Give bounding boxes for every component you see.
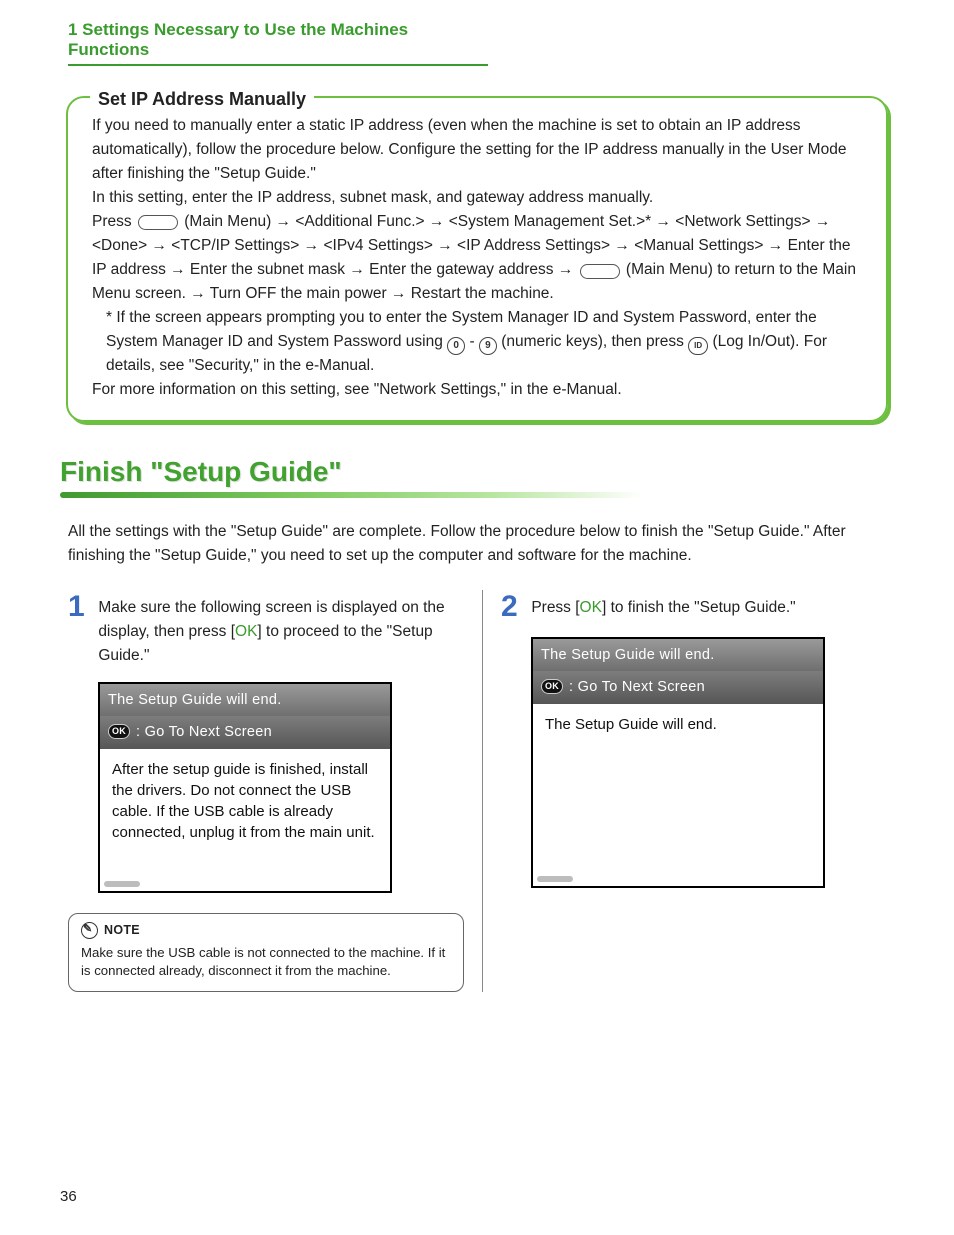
step-2-number: 2 xyxy=(501,590,527,623)
note-head: NOTE xyxy=(81,922,451,940)
ok-label: OK xyxy=(235,623,257,640)
lcd-screen-1: The Setup Guide will end. OK : Go To Nex… xyxy=(98,682,392,893)
section-title: Finish "Setup Guide" xyxy=(60,456,894,488)
page-number: 36 xyxy=(60,1188,77,1205)
callout-procedure: Press (Main Menu) → <Additional Func.> →… xyxy=(92,210,862,306)
main-menu-button-icon xyxy=(138,215,178,230)
numeric-key-9-icon: 9 xyxy=(479,337,497,355)
numeric-key-0-icon: 0 xyxy=(447,337,465,355)
id-key-icon: ID xyxy=(688,337,708,355)
note-label: NOTE xyxy=(104,922,140,940)
callout-footnote: * If the screen appears prompting you to… xyxy=(92,306,862,378)
ok-badge-icon: OK xyxy=(541,679,563,694)
step-2-pre: Press [ xyxy=(531,599,579,616)
ok-label: OK xyxy=(580,599,602,616)
lcd-body-text: The Setup Guide will end. xyxy=(545,716,717,733)
lcd-subbar: OK : Go To Next Screen xyxy=(100,716,390,749)
numeric-keys-label: (numeric keys), then press xyxy=(497,333,688,350)
steps-columns: 1 Make sure the following screen is disp… xyxy=(64,590,890,991)
section-rule xyxy=(60,492,894,498)
lcd-subbar: OK : Go To Next Screen xyxy=(533,671,823,704)
step-1-column: 1 Make sure the following screen is disp… xyxy=(64,590,483,991)
press-label: Press xyxy=(92,213,136,230)
scroll-indicator-icon xyxy=(104,881,140,887)
callout-para-2: In this setting, enter the IP address, s… xyxy=(92,186,862,210)
step-2-post: ] to finish the "Setup Guide." xyxy=(602,599,796,616)
lcd-titlebar: The Setup Guide will end. xyxy=(533,639,823,670)
note-box: NOTE Make sure the USB cable is not conn… xyxy=(68,913,464,991)
callout-more-info: For more information on this setting, se… xyxy=(92,378,862,402)
lcd-titlebar: The Setup Guide will end. xyxy=(100,684,390,715)
step-1-number: 1 xyxy=(68,590,94,623)
lcd-sub-label: : Go To Next Screen xyxy=(136,721,272,743)
callout-para-1: If you need to manually enter a static I… xyxy=(92,114,862,186)
step-1-text: Make sure the following screen is displa… xyxy=(98,590,460,668)
lcd-screen-2: The Setup Guide will end. OK : Go To Nex… xyxy=(531,637,825,888)
callout-box: Set IP Address Manually If you need to m… xyxy=(66,96,888,422)
scroll-indicator-icon xyxy=(537,876,573,882)
lcd-sub-label: : Go To Next Screen xyxy=(569,676,705,698)
note-body: Make sure the USB cable is not connected… xyxy=(81,944,451,981)
step-2-text: Press [OK] to finish the "Setup Guide." xyxy=(531,590,882,620)
pencil-icon xyxy=(81,922,98,939)
lcd-body: The Setup Guide will end. xyxy=(533,704,823,886)
step-2-column: 2 Press [OK] to finish the "Setup Guide.… xyxy=(483,590,890,991)
lcd-body-text: After the setup guide is finished, insta… xyxy=(112,761,375,841)
section-intro: All the settings with the "Setup Guide" … xyxy=(68,520,886,568)
ok-badge-icon: OK xyxy=(108,724,130,739)
callout-title: Set IP Address Manually xyxy=(90,86,314,114)
lcd-body: After the setup guide is finished, insta… xyxy=(100,749,390,891)
chapter-heading: 1 Settings Necessary to Use the Machines… xyxy=(68,20,488,66)
main-menu-button-icon xyxy=(580,264,620,279)
